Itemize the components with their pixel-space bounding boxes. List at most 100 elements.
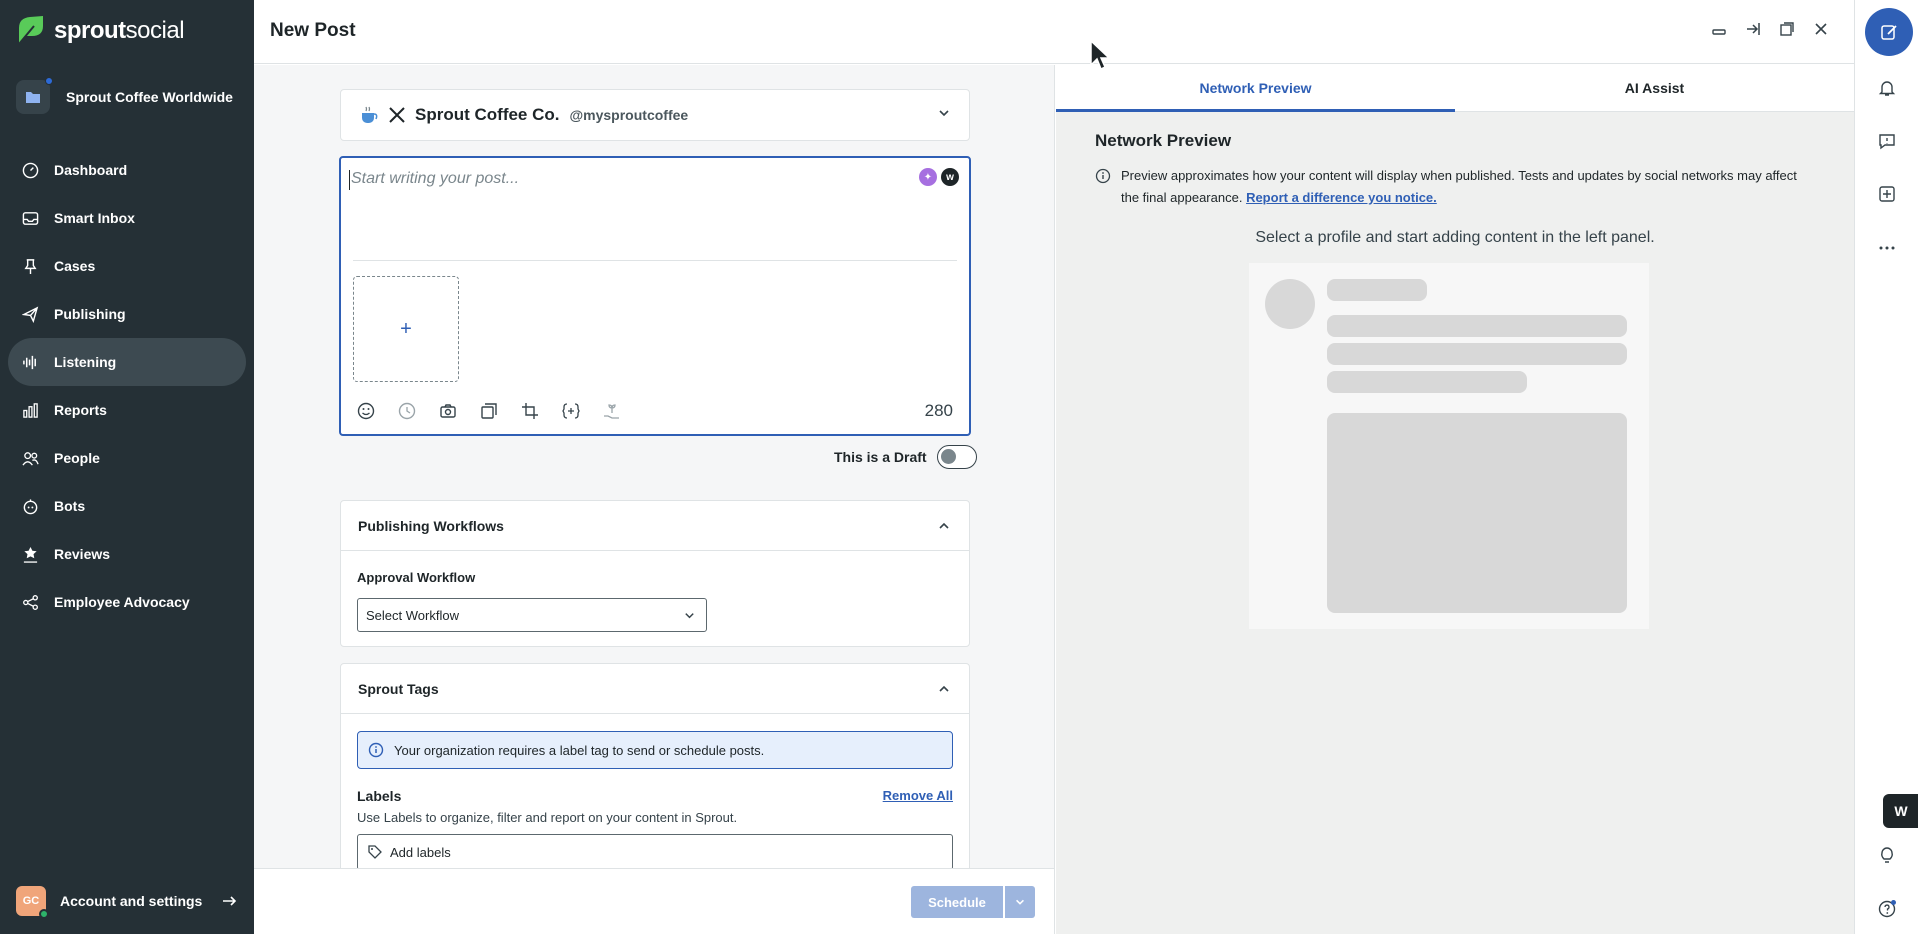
sprout-leaf-icon: [18, 16, 43, 45]
editor-ai-tools: ✦ w: [919, 168, 959, 186]
profile-selector[interactable]: Sprout Coffee Co. @mysproutcoffee: [340, 89, 970, 141]
expand-window-icon[interactable]: [1778, 20, 1796, 38]
arrow-right-icon: [223, 896, 237, 906]
tab-ai-assist[interactable]: AI Assist: [1455, 65, 1854, 111]
nav-item-employee-advocacy[interactable]: Employee Advocacy: [8, 578, 246, 626]
waveform-icon: [23, 355, 36, 369]
lightbulb-icon[interactable]: [1877, 846, 1897, 866]
preview-tabs: Network Preview AI Assist: [1056, 65, 1854, 112]
gallery-icon[interactable]: [478, 400, 499, 421]
post-placeholder: Start writing your post...: [351, 170, 520, 187]
minimize-icon[interactable]: [1710, 20, 1728, 38]
nav-label: Listening: [54, 354, 117, 370]
workflow-select[interactable]: Select Workflow: [357, 598, 707, 632]
text-caret: [349, 170, 350, 190]
right-rail: W: [1854, 0, 1918, 934]
sprout-tags-header[interactable]: Sprout Tags: [341, 664, 969, 714]
draft-label: This is a Draft: [834, 449, 927, 465]
ai-assist-icon[interactable]: [396, 400, 417, 421]
nav-item-smart-inbox[interactable]: Smart Inbox: [8, 194, 246, 242]
camera-icon[interactable]: [437, 400, 458, 421]
workspace-name: Sprout Coffee Worldwide: [66, 89, 233, 105]
brand-name: sproutsocial: [54, 17, 185, 44]
compose-button[interactable]: [1865, 8, 1913, 56]
add-task-icon[interactable]: [1877, 184, 1897, 204]
mouse-pointer-icon: [1090, 39, 1111, 71]
composer-header: New Post: [254, 0, 1854, 64]
info-icon: [368, 742, 384, 758]
sproutsocial-logo[interactable]: sproutsocial: [16, 14, 185, 48]
hand-plant-icon[interactable]: [601, 400, 622, 421]
compose-icon: [1881, 25, 1897, 40]
chevron-up-icon: [939, 685, 949, 692]
nav-item-people[interactable]: People: [8, 434, 246, 482]
labels-help-text: Use Labels to organize, filter and repor…: [357, 810, 738, 825]
plus-icon: +: [400, 317, 412, 340]
preview-skeleton-card: [1249, 263, 1649, 629]
window-controls: [1710, 20, 1830, 38]
share-nodes-icon: [23, 594, 38, 610]
folder-icon: [16, 77, 53, 114]
nav-item-publishing[interactable]: Publishing: [8, 290, 246, 338]
workspace-switcher[interactable]: Sprout Coffee Worldwide: [16, 77, 233, 114]
nav-item-dashboard[interactable]: Dashboard: [8, 146, 246, 194]
ai-sparkle-icon[interactable]: ✦: [919, 168, 937, 186]
draft-toggle[interactable]: [936, 445, 977, 469]
character-count: 280: [924, 401, 953, 420]
nav-item-reviews[interactable]: Reviews: [8, 530, 246, 578]
remove-all-link[interactable]: Remove All: [883, 788, 953, 803]
skeleton-media: [1327, 413, 1627, 613]
nav-item-reports[interactable]: Reports: [8, 386, 246, 434]
editor-divider: [353, 260, 957, 261]
help-icon[interactable]: [1877, 899, 1897, 919]
preview-note-body: Preview approximates how your content wi…: [1121, 168, 1797, 205]
nav-label: Smart Inbox: [54, 210, 135, 226]
people-icon: [22, 451, 39, 466]
skeleton-avatar: [1265, 279, 1315, 329]
nav-label: Dashboard: [54, 162, 128, 178]
sidebar: sproutsocial Sprout Coffee Worldwide Das…: [0, 0, 254, 934]
writer-w-icon[interactable]: w: [941, 168, 959, 186]
add-media-button[interactable]: +: [353, 276, 459, 382]
close-icon[interactable]: [1812, 20, 1830, 38]
pin-icon: [24, 258, 37, 274]
sprout-tags-section: Sprout Tags Your organization requires a…: [340, 663, 970, 868]
tab-network-preview[interactable]: Network Preview: [1056, 65, 1455, 112]
crop-icon[interactable]: [519, 400, 540, 421]
report-difference-link[interactable]: Report a difference you notice.: [1246, 190, 1437, 205]
nav-item-listening[interactable]: Listening: [8, 338, 246, 386]
account-settings[interactable]: GC Account and settings: [16, 886, 238, 919]
paper-plane-icon: [22, 306, 39, 323]
x-logo-icon: [389, 107, 405, 123]
star-hand-icon: [23, 546, 38, 563]
post-editor[interactable]: Start writing your post... ✦ w + 280: [339, 156, 971, 436]
preview-note-text: Preview approximates how your content wi…: [1121, 165, 1815, 209]
bell-icon[interactable]: [1877, 78, 1897, 98]
more-icon[interactable]: [1877, 238, 1897, 258]
dashboard-icon: [22, 162, 39, 178]
publishing-workflows-header[interactable]: Publishing Workflows: [341, 501, 969, 551]
chevron-down-icon: [939, 110, 949, 117]
writer-extension-button[interactable]: W: [1883, 794, 1918, 828]
approval-workflow-label: Approval Workflow: [357, 570, 476, 585]
collapse-to-side-icon[interactable]: [1744, 20, 1762, 38]
schedule-button[interactable]: Schedule: [911, 886, 1003, 918]
section-title: Publishing Workflows: [358, 517, 504, 534]
nav-item-bots[interactable]: Bots: [8, 482, 246, 530]
compose-panel: Sprout Coffee Co. @mysproutcoffee Start …: [254, 65, 1055, 868]
feedback-icon[interactable]: [1877, 131, 1897, 151]
emoji-icon[interactable]: [355, 400, 376, 421]
nav-label: Cases: [54, 258, 96, 274]
labels-title: Labels: [357, 788, 402, 804]
inbox-icon: [22, 211, 39, 225]
schedule-options-button[interactable]: [1005, 886, 1035, 918]
nav-item-cases[interactable]: Cases: [8, 242, 246, 290]
preview-panel: Network Preview AI Assist Network Previe…: [1056, 65, 1854, 934]
labels-input[interactable]: Add labels: [357, 834, 953, 868]
profile-name: Sprout Coffee Co.: [415, 105, 560, 124]
variables-icon[interactable]: [560, 400, 581, 421]
avatar: GC: [16, 886, 49, 919]
nav-label: People: [54, 450, 100, 466]
writer-w-icon: W: [1894, 803, 1908, 819]
skeleton-line: [1327, 279, 1427, 301]
